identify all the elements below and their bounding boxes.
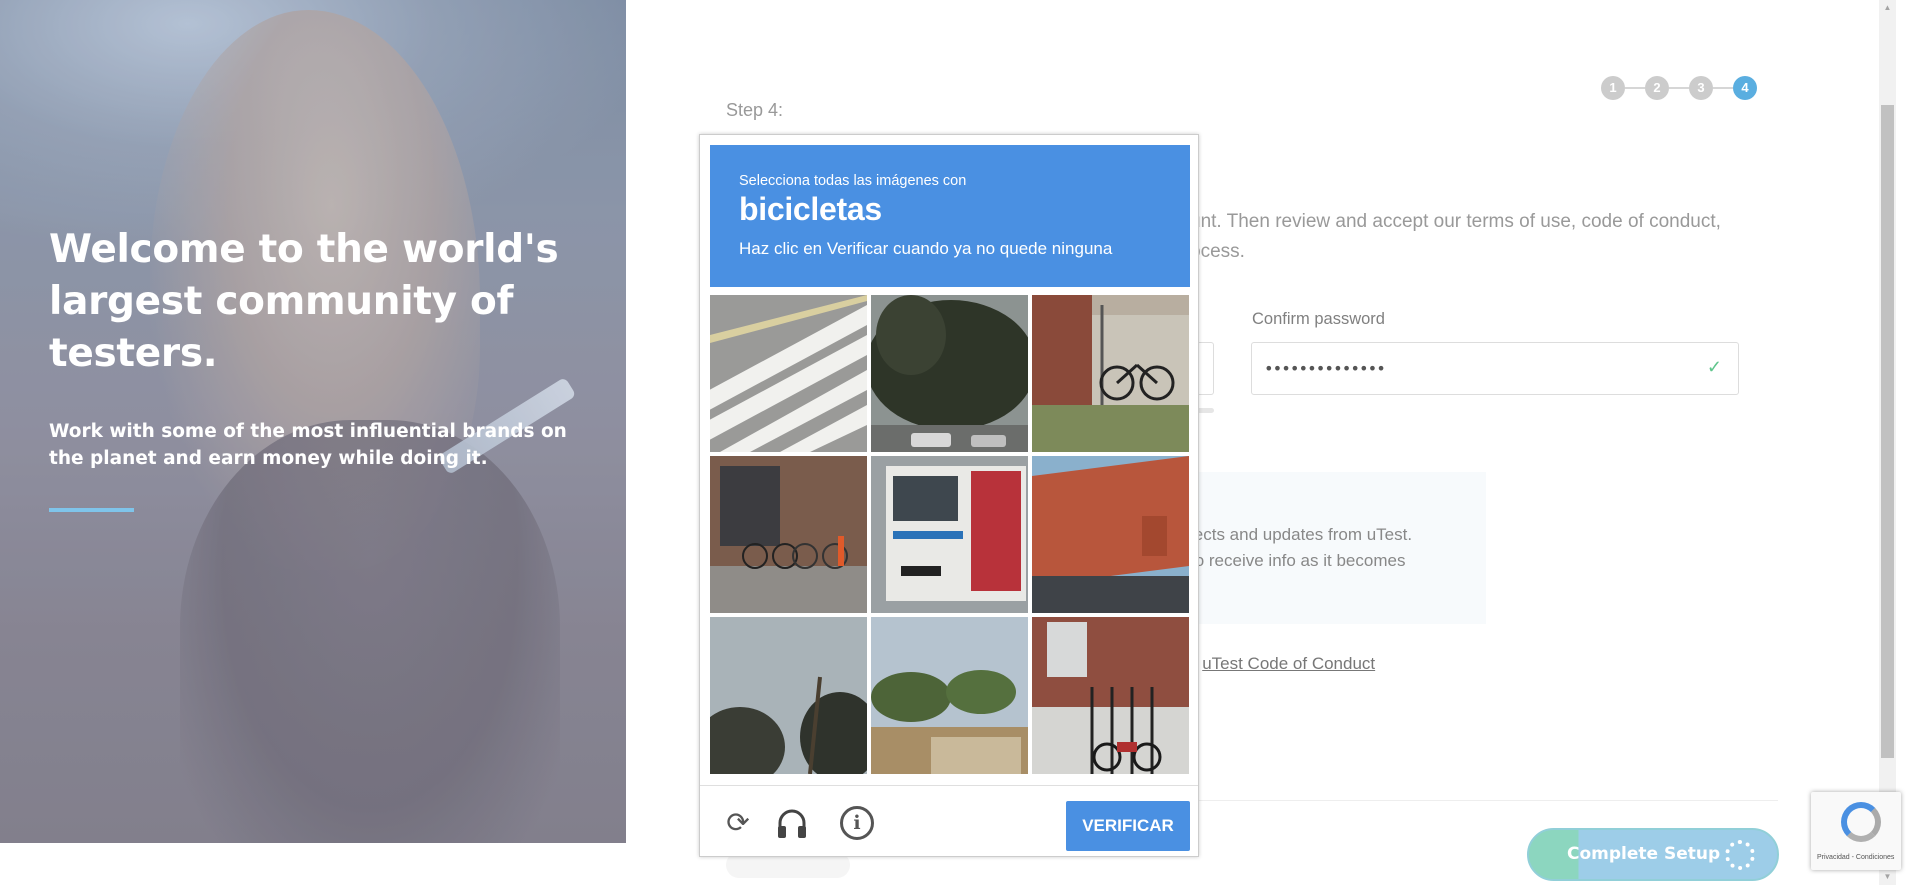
reload-icon[interactable]: ⟳ bbox=[721, 806, 755, 840]
scroll-up-arrow-icon[interactable]: ▲ bbox=[1883, 3, 1892, 12]
page-scrollbar[interactable]: ▲ ▼ bbox=[1879, 0, 1896, 885]
audio-headphones-icon[interactable] bbox=[775, 806, 809, 840]
confirm-password-input[interactable] bbox=[1264, 343, 1684, 394]
confirm-password-label: Confirm password bbox=[1252, 310, 1385, 328]
intro-line-1: unt. Then review and accept our terms of… bbox=[1190, 211, 1721, 232]
form-divider bbox=[1190, 800, 1778, 801]
captcha-tile-crosswalk[interactable] bbox=[710, 295, 867, 452]
newsletter-notice: jects and updates from uTest. to receive… bbox=[1190, 472, 1486, 624]
verify-button[interactable]: VERIFICAR bbox=[1066, 801, 1190, 851]
stepper-connector bbox=[1669, 87, 1689, 89]
confirm-password-field[interactable]: ✓ bbox=[1251, 342, 1739, 395]
step-intro-text: unt. Then review and accept our terms of… bbox=[1190, 207, 1750, 267]
captcha-tile-trees[interactable] bbox=[871, 295, 1028, 452]
captcha-tile-palm-street[interactable] bbox=[871, 617, 1028, 774]
captcha-tile-brick-house-bike[interactable] bbox=[1032, 617, 1189, 774]
step-3: 3 bbox=[1689, 76, 1713, 100]
code-of-conduct-link[interactable]: uTest Code of Conduct bbox=[1202, 654, 1375, 673]
hero-accent-rule bbox=[49, 508, 134, 512]
captcha-tile-palms[interactable] bbox=[710, 617, 867, 774]
code-of-conduct-row: e uTest Code of Conduct bbox=[1188, 654, 1375, 674]
step-1: 1 bbox=[1601, 76, 1625, 100]
scroll-down-arrow-icon[interactable]: ▼ bbox=[1883, 872, 1892, 881]
intro-line-2: ocess. bbox=[1190, 241, 1245, 262]
notice-line-1: jects and updates from uTest. bbox=[1190, 525, 1413, 544]
step-4: 4 bbox=[1733, 76, 1757, 100]
step-label: Step 4: bbox=[726, 100, 784, 120]
loading-spinner-icon bbox=[1725, 840, 1755, 870]
stepper-connector bbox=[1713, 87, 1733, 89]
captcha-image-grid bbox=[710, 295, 1190, 775]
info-icon[interactable]: i bbox=[840, 806, 874, 840]
captcha-keyword: bicicletas bbox=[739, 191, 882, 227]
captcha-header: Selecciona todas las imágenes con bicicl… bbox=[710, 145, 1190, 287]
check-icon: ✓ bbox=[1706, 357, 1722, 377]
recaptcha-badge[interactable]: Privacidad - Condiciones bbox=[1811, 792, 1901, 870]
captcha-tile-orange-wall[interactable] bbox=[1032, 456, 1189, 613]
captcha-instruction: Selecciona todas las imágenes con bbox=[739, 173, 967, 189]
recaptcha-terms[interactable]: Privacidad - Condiciones bbox=[1817, 854, 1894, 861]
step-2: 2 bbox=[1645, 76, 1669, 100]
recaptcha-logo-icon bbox=[1841, 802, 1881, 842]
stepper-connector bbox=[1625, 87, 1645, 89]
captcha-tile-bicycle-fence[interactable] bbox=[1032, 295, 1189, 452]
complete-setup-label: Complete Setup bbox=[1567, 844, 1721, 864]
captcha-footer: ⟳ i VERIFICAR bbox=[700, 785, 1198, 856]
notice-line-2: to receive info as it becomes bbox=[1190, 551, 1406, 570]
captcha-tile-brick-bikes[interactable] bbox=[710, 456, 867, 613]
captcha-tile-bus[interactable] bbox=[871, 456, 1028, 613]
captcha-challenge: Selecciona todas las imágenes con bicicl… bbox=[699, 134, 1199, 857]
complete-setup-button[interactable]: Complete Setup bbox=[1527, 828, 1779, 881]
hero-title: Welcome to the world's largest community… bbox=[49, 227, 559, 376]
hero-panel: Welcome to the world's largest community… bbox=[0, 0, 626, 843]
hero-subtitle: Work with some of the most influential b… bbox=[49, 421, 567, 469]
scrollbar-thumb[interactable] bbox=[1881, 105, 1894, 758]
captcha-hint: Haz clic en Verificar cuando ya no quede… bbox=[739, 239, 1113, 258]
